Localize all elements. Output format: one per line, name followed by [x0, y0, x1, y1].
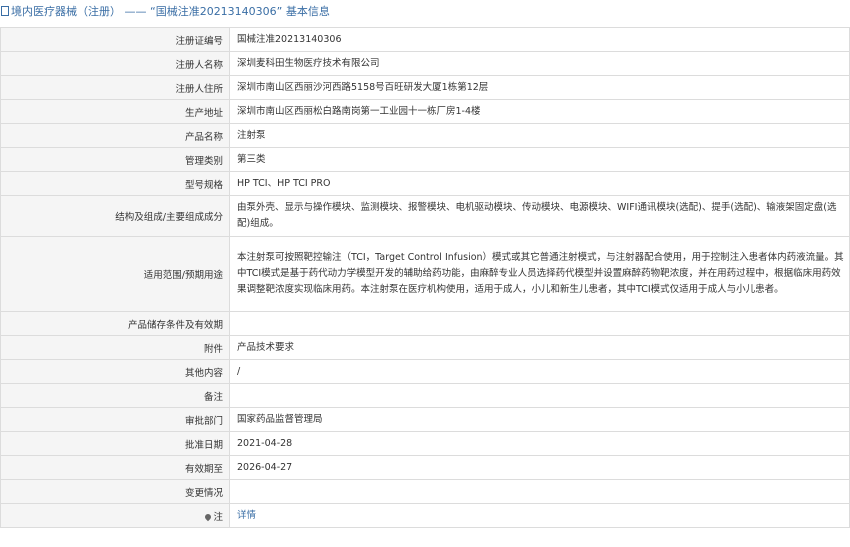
table-row: 型号规格 HP TCI、HP TCI PRO [0, 171, 850, 196]
row-label: 变更情况 [0, 479, 230, 504]
table-row: 变更情况 [0, 479, 850, 504]
row-label: 注册证编号 [0, 27, 230, 52]
row-label: 其他内容 [0, 359, 230, 384]
table-row: 其他内容 / [0, 359, 850, 384]
row-label: 产品储存条件及有效期 [0, 311, 230, 336]
row-value: 深圳麦科田生物医疗技术有限公司 [229, 51, 850, 76]
table-row: 注册人住所 深圳市南山区西丽沙河西路5158号百旺研发大厦1栋第12层 [0, 75, 850, 100]
row-value [229, 383, 850, 408]
row-label: 备注 [0, 383, 230, 408]
table-row: 管理类别 第三类 [0, 147, 850, 172]
note-value-cell: 详情 [229, 503, 850, 528]
row-value: / [229, 359, 850, 384]
row-value: 2026-04-27 [229, 455, 850, 480]
row-label: 产品名称 [0, 123, 230, 148]
page-title: 境内医疗器械（注册） —— “国械注准20213140306” 基本信息 [0, 0, 850, 27]
row-label: 结构及组成/主要组成成分 [0, 195, 230, 237]
row-label: 批准日期 [0, 431, 230, 456]
row-value: 国家药品监督管理局 [229, 407, 850, 432]
table-row: 注册人名称 深圳麦科田生物医疗技术有限公司 [0, 51, 850, 76]
row-value: 产品技术要求 [229, 335, 850, 360]
table-row: 产品名称 注射泵 [0, 123, 850, 148]
row-label: 适用范围/预期用途 [0, 236, 230, 312]
table-row: 有效期至 2026-04-27 [0, 455, 850, 480]
row-value [229, 479, 850, 504]
row-value: 2021-04-28 [229, 431, 850, 456]
row-value: 注射泵 [229, 123, 850, 148]
table-row-note: 注 详情 [0, 503, 850, 528]
row-label: 型号规格 [0, 171, 230, 196]
row-value: 深圳市南山区西丽松白路南岗第一工业园十一栋厂房1-4楼 [229, 99, 850, 124]
row-value: 第三类 [229, 147, 850, 172]
note-label-cell: 注 [0, 503, 230, 528]
row-value: 本注射泵可按照靶控输注（TCI，Target Control Infusion）… [229, 236, 850, 312]
page: 境内医疗器械（注册） —— “国械注准20213140306” 基本信息 注册证… [0, 0, 850, 547]
table-row: 审批部门 国家药品监督管理局 [0, 407, 850, 432]
table-row: 产品储存条件及有效期 [0, 311, 850, 336]
row-value: 深圳市南山区西丽沙河西路5158号百旺研发大厦1栋第12层 [229, 75, 850, 100]
table-row: 注册证编号 国械注准20213140306 [0, 27, 850, 52]
row-value [229, 311, 850, 336]
row-label: 附件 [0, 335, 230, 360]
table-row: 生产地址 深圳市南山区西丽松白路南岗第一工业园十一栋厂房1-4楼 [0, 99, 850, 124]
document-icon [1, 6, 9, 16]
table-row: 备注 [0, 383, 850, 408]
info-table: 注册证编号 国械注准20213140306 注册人名称 深圳麦科田生物医疗技术有… [0, 27, 850, 528]
table-row: 附件 产品技术要求 [0, 335, 850, 360]
row-label: 管理类别 [0, 147, 230, 172]
row-label: 审批部门 [0, 407, 230, 432]
table-row: 结构及组成/主要组成成分 由泵外壳、显示与操作模块、监测模块、报警模块、电机驱动… [0, 195, 850, 237]
row-label: 注册人名称 [0, 51, 230, 76]
page-title-text: 境内医疗器械（注册） —— “国械注准20213140306” 基本信息 [11, 5, 330, 18]
details-link[interactable]: 详情 [237, 510, 256, 521]
row-label: 注册人住所 [0, 75, 230, 100]
row-value: 国械注准20213140306 [229, 27, 850, 52]
row-label: 生产地址 [0, 99, 230, 124]
table-row: 批准日期 2021-04-28 [0, 431, 850, 456]
row-value: HP TCI、HP TCI PRO [229, 171, 850, 196]
note-label: 注 [213, 511, 223, 523]
table-row: 适用范围/预期用途 本注射泵可按照靶控输注（TCI，Target Control… [0, 236, 850, 312]
row-value: 由泵外壳、显示与操作模块、监测模块、报警模块、电机驱动模块、传动模块、电源模块、… [229, 195, 850, 237]
pin-icon [204, 512, 213, 521]
row-label: 有效期至 [0, 455, 230, 480]
